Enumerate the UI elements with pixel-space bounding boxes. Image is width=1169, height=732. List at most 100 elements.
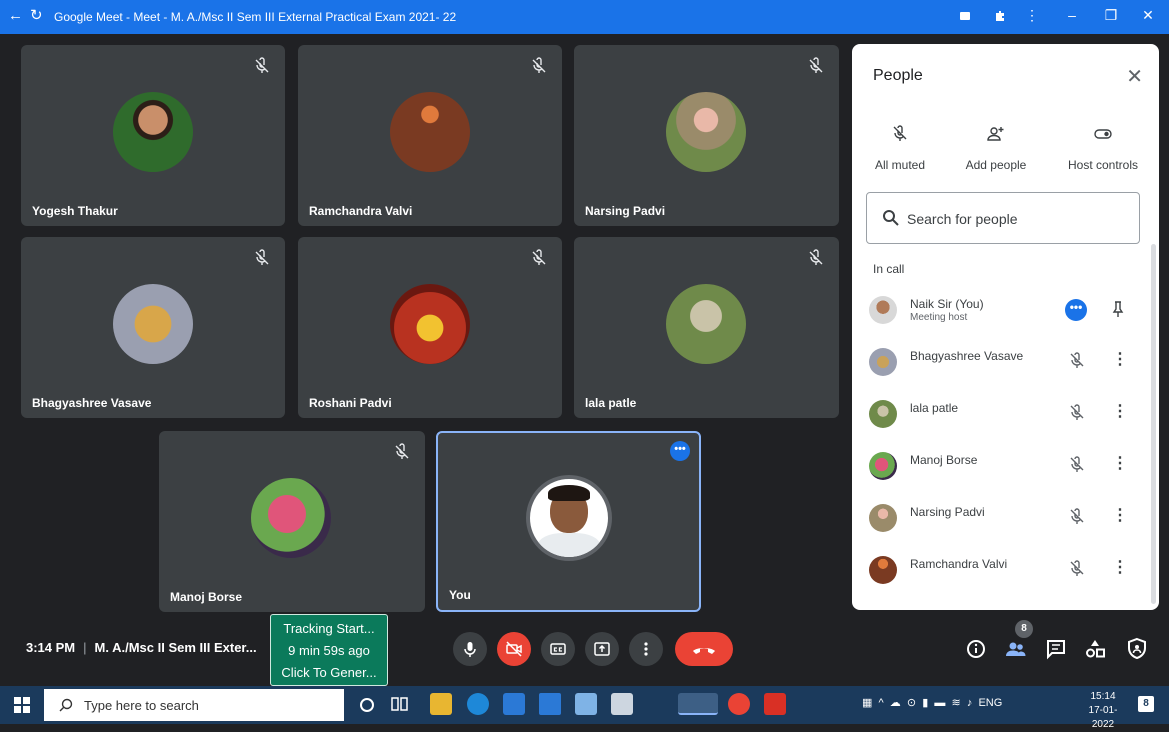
participant-tile[interactable]: Ramchandra Valvi — [298, 45, 562, 226]
google-meet-taskbar-icon[interactable] — [678, 693, 718, 715]
tracking-elapsed: 9 min 59s ago — [288, 643, 370, 658]
back-arrow-icon[interactable]: ← — [8, 8, 23, 24]
host-controls-button[interactable]: Host controls — [1060, 124, 1146, 172]
participant-row[interactable]: Narsing Padvi ⋮ — [852, 492, 1142, 544]
meeting-details-icon[interactable] — [963, 636, 989, 662]
close-window-button[interactable]: ✕ — [1138, 7, 1158, 24]
windows-start-icon[interactable] — [14, 697, 30, 713]
more-options-button[interactable]: ⋮ — [1112, 455, 1128, 475]
participant-row[interactable]: Naik Sir (You) Meeting host ••• — [852, 284, 1142, 336]
system-tray[interactable]: ▦ ^ ☁ ⊙ ▮ ▬ ≋ ♪ ENG — [862, 696, 1002, 709]
app-icon[interactable] — [611, 693, 633, 715]
activities-icon[interactable] — [1082, 636, 1108, 662]
participant-name: Naik Sir (You) — [910, 297, 984, 311]
edge-browser-icon[interactable] — [467, 693, 489, 715]
participant-name: Bhagyashree Vasave — [32, 396, 152, 410]
mail-icon[interactable] — [539, 693, 561, 715]
browser-title-bar: ← ↻ Google Meet - Meet - M. A./Msc II Se… — [0, 0, 1169, 34]
more-vertical-icon — [644, 642, 648, 656]
app-icon[interactable] — [575, 693, 597, 715]
search-icon — [883, 210, 899, 226]
search-people-input[interactable] — [907, 207, 1127, 231]
participant-row[interactable]: lala patle ⋮ — [852, 388, 1142, 440]
participant-avatar — [526, 475, 612, 561]
taskbar-search-box[interactable]: Type here to search — [44, 689, 344, 721]
participant-row[interactable]: Ramchandra Valvi ⋮ — [852, 544, 1142, 596]
participant-tile[interactable]: lala patle — [574, 237, 839, 418]
reload-icon[interactable]: ↻ — [30, 8, 43, 24]
chrome-icon[interactable] — [728, 693, 750, 715]
minimize-button[interactable]: – — [1062, 7, 1082, 23]
more-options-button[interactable]: ⋮ — [1112, 403, 1128, 423]
panel-scrollbar[interactable] — [1151, 244, 1156, 604]
notification-count[interactable]: 8 — [1138, 696, 1154, 712]
more-options-button[interactable]: ⋮ — [1112, 559, 1128, 579]
browser-menu-icon[interactable]: ⋮ — [1022, 7, 1042, 24]
microsoft-store-icon[interactable] — [503, 693, 525, 715]
system-tray-icons[interactable]: ▦ ^ ☁ ⊙ ▮ ▬ ≋ ♪ — [862, 697, 978, 709]
add-people-label: Add people — [965, 158, 1027, 172]
panel-title: People — [873, 67, 923, 84]
captions-icon — [550, 643, 566, 655]
microphone-icon — [464, 642, 476, 657]
mic-off-icon — [255, 249, 269, 265]
participant-tile[interactable]: Roshani Padvi — [298, 237, 562, 418]
more-options-button[interactable]: ⋮ — [1112, 507, 1128, 527]
tracking-generate-link[interactable]: Click To Gener... — [271, 665, 387, 680]
participant-name: Ramchandra Valvi — [309, 204, 413, 218]
more-options-button[interactable] — [629, 632, 663, 666]
close-panel-button[interactable]: ✕ — [1126, 64, 1143, 89]
mic-off-icon — [532, 249, 546, 265]
participant-row[interactable]: Manoj Borse ⋮ — [852, 440, 1142, 492]
participant-tile[interactable]: Yogesh Thakur — [21, 45, 285, 226]
taskbar-clock[interactable]: 15:14 17-01-2022 — [1078, 690, 1128, 732]
participant-avatar — [113, 284, 193, 364]
search-people-field[interactable] — [866, 192, 1140, 244]
mic-off-icon — [1070, 508, 1084, 524]
captions-button[interactable] — [541, 632, 575, 666]
mic-off-icon — [395, 443, 409, 459]
end-call-button[interactable] — [675, 632, 733, 666]
cortana-icon[interactable] — [360, 698, 374, 712]
participant-name: Roshani Padvi — [309, 396, 392, 410]
meeting-info: 3:14 PM | M. A./Msc II Sem III Exter... — [26, 640, 257, 655]
camera-indicator-icon[interactable] — [960, 12, 970, 20]
camera-off-button[interactable] — [497, 632, 531, 666]
participant-tile[interactable]: Narsing Padvi — [574, 45, 839, 226]
search-icon — [59, 698, 73, 712]
self-tile[interactable]: ••• You — [436, 431, 701, 612]
participant-role: Meeting host — [910, 312, 968, 323]
chat-icon[interactable] — [1043, 636, 1069, 662]
taskbar-date: 17-01-2022 — [1088, 705, 1118, 730]
participant-name: Manoj Borse — [910, 453, 978, 467]
all-muted-button[interactable]: All muted — [862, 124, 938, 172]
participant-avatar — [869, 400, 897, 428]
participant-avatar — [869, 348, 897, 376]
present-screen-button[interactable] — [585, 632, 619, 666]
file-explorer-icon[interactable] — [430, 693, 452, 715]
pin-icon[interactable] — [1112, 299, 1124, 319]
meeting-info-separator: | — [83, 640, 87, 655]
host-safety-shield-icon[interactable] — [1124, 636, 1150, 662]
participant-tile[interactable]: Bhagyashree Vasave — [21, 237, 285, 418]
tile-more-options-button[interactable]: ••• — [670, 441, 690, 461]
extension-puzzle-icon[interactable] — [994, 9, 1006, 23]
microphone-button[interactable] — [453, 632, 487, 666]
host-more-options-button[interactable]: ••• — [1065, 299, 1087, 321]
participant-tile[interactable]: Manoj Borse — [159, 431, 425, 612]
tracking-popup[interactable]: Tracking Start... 9 min 59s ago Click To… — [270, 614, 388, 686]
language-indicator[interactable]: ENG — [978, 697, 1002, 709]
tracking-status: Tracking Start... — [283, 621, 375, 636]
acrobat-icon[interactable] — [764, 693, 786, 715]
participant-avatar — [251, 478, 331, 558]
more-options-button[interactable]: ⋮ — [1112, 351, 1128, 371]
all-muted-label: All muted — [874, 158, 926, 172]
participant-row[interactable]: Bhagyashree Vasave ⋮ — [852, 336, 1142, 388]
maximize-button[interactable]: ❐ — [1101, 7, 1121, 24]
meeting-title[interactable]: M. A./Msc II Sem III Exter... — [95, 640, 257, 655]
task-view-icon[interactable] — [388, 693, 410, 715]
add-people-button[interactable]: Add people — [956, 124, 1036, 172]
participant-avatar — [390, 284, 470, 364]
people-icon[interactable] — [1003, 636, 1029, 662]
participant-avatar — [869, 504, 897, 532]
